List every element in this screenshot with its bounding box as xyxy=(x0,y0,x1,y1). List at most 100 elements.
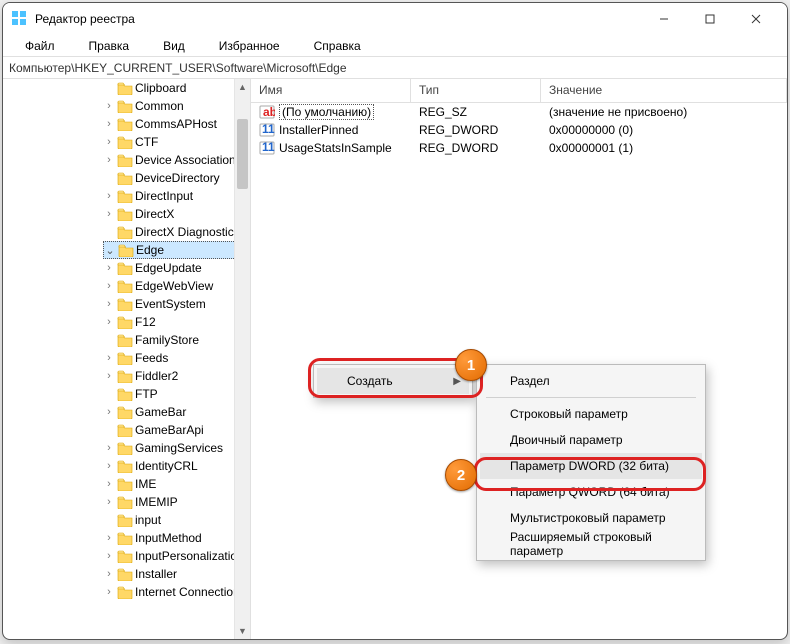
caret-closed-icon[interactable]: › xyxy=(103,154,115,166)
tree-item-ctf[interactable]: ›CTF xyxy=(103,133,250,151)
folder-icon xyxy=(117,117,133,131)
tree-item-eventsystem[interactable]: ›EventSystem xyxy=(103,295,250,313)
list-row[interactable]: 110UsageStatsInSampleREG_DWORD0x00000001… xyxy=(251,139,787,157)
titlebar[interactable]: Редактор реестра xyxy=(3,3,787,35)
tree-item-clipboard[interactable]: Clipboard xyxy=(103,79,250,97)
caret-closed-icon[interactable]: › xyxy=(103,352,115,364)
list-row[interactable]: 110InstallerPinnedREG_DWORD0x00000000 (0… xyxy=(251,121,787,139)
tree-item-inputpersonalization[interactable]: ›InputPersonalization xyxy=(103,547,250,565)
tree-item-device-association[interactable]: › Device Association xyxy=(103,151,250,169)
tree-item-imemip[interactable]: › IMEMIP xyxy=(103,493,250,511)
ctx-qword[interactable]: Параметр QWORD (64 бита) xyxy=(480,479,702,505)
tree-item-edgeupdate[interactable]: › EdgeUpdate xyxy=(103,259,250,277)
tree-item-label: DirectX Diagnostic xyxy=(135,225,234,239)
folder-icon xyxy=(117,297,133,311)
header-name[interactable]: Имя xyxy=(251,79,411,102)
tree-item-ftp[interactable]: FTP xyxy=(103,385,250,403)
tree-item-common[interactable]: ›Common xyxy=(103,97,250,115)
caret-closed-icon[interactable]: › xyxy=(103,406,115,418)
caret-closed-icon[interactable]: › xyxy=(103,100,115,112)
tree-item-familystore[interactable]: FamilyStore xyxy=(103,331,250,349)
tree-item-directx-diagnostic[interactable]: DirectX Diagnostic xyxy=(103,223,250,241)
caret-closed-icon[interactable]: › xyxy=(103,478,115,490)
scroll-down-icon[interactable]: ▼ xyxy=(235,623,250,639)
tree-item-internet-connection[interactable]: ›Internet Connection xyxy=(103,583,250,601)
caret-closed-icon[interactable]: › xyxy=(103,586,115,598)
minimize-button[interactable] xyxy=(641,3,687,35)
ctx-key[interactable]: Раздел xyxy=(480,368,702,394)
caret-closed-icon[interactable]: › xyxy=(103,370,115,382)
folder-icon xyxy=(117,495,133,509)
caret-closed-icon[interactable]: › xyxy=(103,280,115,292)
header-type[interactable]: Тип xyxy=(411,79,541,102)
caret-closed-icon[interactable]: › xyxy=(103,460,115,472)
caret-closed-icon[interactable]: › xyxy=(103,568,115,580)
annotation-badge-1: 1 xyxy=(455,349,487,381)
scroll-thumb[interactable] xyxy=(237,119,248,189)
caret-closed-icon[interactable]: › xyxy=(103,550,115,562)
menu-view[interactable]: Вид xyxy=(147,37,201,55)
caret-closed-icon[interactable]: › xyxy=(103,496,115,508)
caret-closed-icon[interactable]: › xyxy=(103,262,115,274)
tree-item-gamebarapi[interactable]: GameBarApi xyxy=(103,421,250,439)
caret-closed-icon[interactable]: › xyxy=(103,316,115,328)
tree-item-edge[interactable]: ⌄Edge xyxy=(103,241,250,259)
menu-file[interactable]: Файл xyxy=(9,37,71,55)
tree-item-f12[interactable]: ›F12 xyxy=(103,313,250,331)
ctx-expandstring[interactable]: Расширяемый строковый параметр xyxy=(480,531,702,557)
tree-item-devicedirectory[interactable]: DeviceDirectory xyxy=(103,169,250,187)
row-name: UsageStatsInSample xyxy=(279,141,392,155)
tree-item-label: IMEMIP xyxy=(135,495,178,509)
maximize-button[interactable] xyxy=(687,3,733,35)
close-button[interactable] xyxy=(733,3,779,35)
caret-closed-icon[interactable]: › xyxy=(103,190,115,202)
caret-closed-icon[interactable]: › xyxy=(103,136,115,148)
tree-item-ime[interactable]: › IME xyxy=(103,475,250,493)
caret-closed-icon[interactable]: › xyxy=(103,442,115,454)
tree-item-label: EdgeUpdate xyxy=(135,261,202,275)
ctx-multistring[interactable]: Мультистроковый параметр xyxy=(480,505,702,531)
tree-item-commsaphost[interactable]: ›CommsAPHost xyxy=(103,115,250,133)
ctx-separator xyxy=(486,397,696,398)
tree-item-feeds[interactable]: ›Feeds xyxy=(103,349,250,367)
tree-item-identitycrl[interactable]: › IdentityCRL xyxy=(103,457,250,475)
menu-help[interactable]: Справка xyxy=(298,37,377,55)
address-bar[interactable]: Компьютер\HKEY_CURRENT_USER\Software\Mic… xyxy=(3,57,787,79)
tree-item-label: GamingServices xyxy=(135,441,223,455)
folder-icon xyxy=(117,153,133,167)
app-icon xyxy=(11,10,27,29)
tree-item-label: IdentityCRL xyxy=(135,459,198,473)
tree-item-label: GameBarApi xyxy=(135,423,204,437)
context-menu-primary: Создать ▶ xyxy=(313,364,473,398)
tree-item-inputmethod[interactable]: ›InputMethod xyxy=(103,529,250,547)
menu-edit[interactable]: Правка xyxy=(73,37,146,55)
caret-open-icon[interactable]: ⌄ xyxy=(104,244,116,257)
tree-item-gamebar[interactable]: ›GameBar xyxy=(103,403,250,421)
caret-closed-icon[interactable]: › xyxy=(103,298,115,310)
caret-closed-icon[interactable]: › xyxy=(103,208,115,220)
scroll-up-icon[interactable]: ▲ xyxy=(235,79,250,95)
header-value[interactable]: Значение xyxy=(541,79,787,102)
tree-item-gamingservices[interactable]: › GamingServices xyxy=(103,439,250,457)
ctx-create[interactable]: Создать ▶ xyxy=(317,368,469,394)
caret-closed-icon[interactable]: › xyxy=(103,118,115,130)
tree-scrollbar[interactable]: ▲ ▼ xyxy=(234,79,250,639)
tree-item-label: DirectX xyxy=(135,207,174,221)
tree-item-fiddler2[interactable]: ›Fiddler2 xyxy=(103,367,250,385)
caret-closed-icon[interactable]: › xyxy=(103,532,115,544)
tree-item-edgewebview[interactable]: ›EdgeWebView xyxy=(103,277,250,295)
tree-item-label: IME xyxy=(135,477,156,491)
tree-item-label: Clipboard xyxy=(135,81,186,95)
tree-pane[interactable]: Clipboard›Common›CommsAPHost›CTF›Device … xyxy=(3,79,251,639)
ctx-dword[interactable]: Параметр DWORD (32 бита) xyxy=(480,453,702,479)
tree-item-directx[interactable]: › DirectX xyxy=(103,205,250,223)
tree-item-label: Device Association xyxy=(135,153,236,167)
ctx-binary[interactable]: Двоичный параметр xyxy=(480,427,702,453)
list-row[interactable]: ab(По умолчанию)REG_SZ(значение не присв… xyxy=(251,103,787,121)
tree-item-input[interactable]: input xyxy=(103,511,250,529)
svg-text:110: 110 xyxy=(262,140,275,154)
menu-favorites[interactable]: Избранное xyxy=(203,37,296,55)
ctx-string[interactable]: Строковый параметр xyxy=(480,401,702,427)
tree-item-directinput[interactable]: ›DirectInput xyxy=(103,187,250,205)
tree-item-installer[interactable]: ›Installer xyxy=(103,565,250,583)
